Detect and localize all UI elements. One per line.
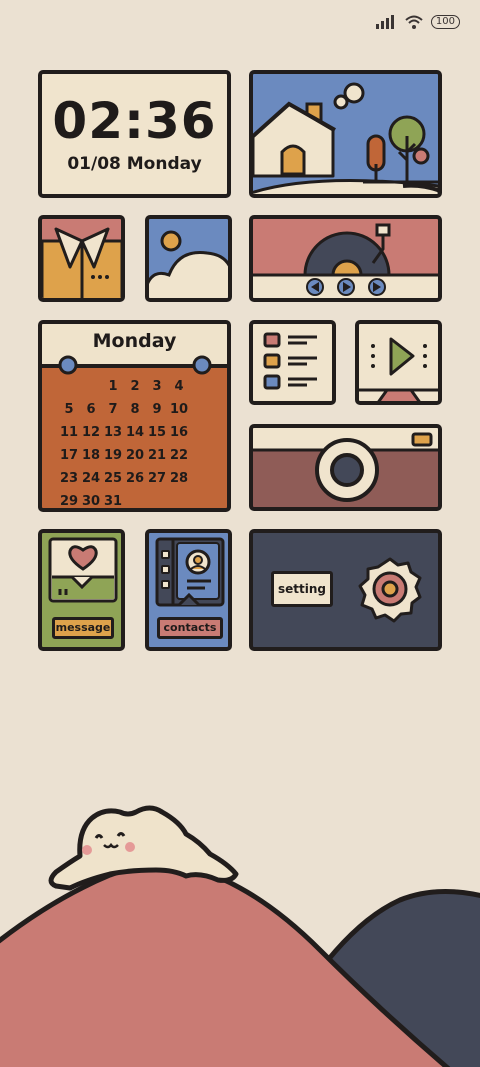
house-scene-widget[interactable] xyxy=(249,70,442,198)
music-player-widget[interactable] xyxy=(249,215,442,302)
checklist-icon xyxy=(263,332,317,390)
calendar-day: 13 xyxy=(103,425,123,440)
calendar-rings-icon xyxy=(58,355,212,375)
calendar-day: 23 xyxy=(59,471,79,486)
calendar-day: 26 xyxy=(125,471,145,486)
contacts-app-icon[interactable]: contacts xyxy=(145,529,232,651)
contacts-label: contacts xyxy=(157,617,223,639)
calendar-day: 17 xyxy=(59,448,79,463)
calendar-day xyxy=(168,494,190,508)
clock-date: 01/08 Monday xyxy=(67,154,202,174)
clock-time: 02:36 xyxy=(52,92,217,150)
signal-icon xyxy=(375,15,394,29)
calendar-day: 4 xyxy=(174,379,184,394)
calendar-day: 21 xyxy=(147,448,167,463)
calendar-widget[interactable]: Monday 1 2 3 4 5 6 7 8 9 10 11 12 13 14 … xyxy=(38,320,231,512)
wardrobe-app-icon[interactable] xyxy=(38,215,125,302)
calendar-day: 10 xyxy=(169,402,189,417)
calendar-day: 27 xyxy=(147,471,167,486)
next-button-icon xyxy=(368,278,386,296)
calendar-day: 19 xyxy=(103,448,123,463)
calendar-day: 15 xyxy=(147,425,167,440)
calendar-day: 29 xyxy=(59,494,79,509)
gear-icon xyxy=(358,557,422,623)
calendar-day: 18 xyxy=(81,448,101,463)
calendar-day: 8 xyxy=(130,402,140,417)
calendar-day: 9 xyxy=(152,402,162,417)
calendar-days-grid: 1 2 3 4 5 6 7 8 9 10 11 12 13 14 15 16 1… xyxy=(58,379,190,509)
calendar-day: 14 xyxy=(125,425,145,440)
calendar-day: 31 xyxy=(103,494,123,509)
camera-icon xyxy=(253,428,438,502)
calendar-day: 7 xyxy=(108,402,118,417)
weather-icon xyxy=(149,230,228,298)
calendar-day: 28 xyxy=(169,471,189,486)
shirt-icon xyxy=(42,227,121,298)
message-label: message xyxy=(52,617,114,639)
clock-widget[interactable]: 02:36 01/08 Monday xyxy=(38,70,231,198)
calendar-day: 24 xyxy=(81,471,101,486)
checklist-app-icon[interactable] xyxy=(249,320,336,405)
calendar-day xyxy=(80,379,102,402)
video-app-icon[interactable] xyxy=(355,320,442,405)
calendar-day: 1 xyxy=(108,379,118,394)
calendar-day xyxy=(58,379,80,402)
calendar-day: 25 xyxy=(103,471,123,486)
music-player-icon xyxy=(253,223,438,298)
message-app-icon[interactable]: message xyxy=(38,529,125,651)
status-bar: 100 xyxy=(375,12,460,32)
calendar-day xyxy=(146,494,168,508)
calendar-day: 12 xyxy=(81,425,101,440)
calendar-day: 5 xyxy=(64,402,74,417)
calendar-day xyxy=(124,494,146,508)
calendar-day: 30 xyxy=(81,494,101,509)
wallpaper-illustration xyxy=(0,805,480,1067)
prev-button-icon xyxy=(306,278,324,296)
calendar-day: 6 xyxy=(86,402,96,417)
calendar-day: 16 xyxy=(169,425,189,440)
house-icon xyxy=(253,82,438,194)
weather-app-icon[interactable] xyxy=(145,215,232,302)
play-button-icon xyxy=(337,278,355,296)
battery-indicator: 100 xyxy=(430,15,460,29)
video-icon xyxy=(359,337,438,401)
calendar-day: 3 xyxy=(152,379,162,394)
camera-app-widget[interactable] xyxy=(249,424,442,511)
calendar-day: 22 xyxy=(169,448,189,463)
settings-app-widget[interactable]: setting xyxy=(249,529,442,651)
calendar-day: 20 xyxy=(125,448,145,463)
wifi-icon xyxy=(405,15,423,29)
setting-label: setting xyxy=(271,571,333,607)
calendar-day: 11 xyxy=(59,425,79,440)
calendar-day: 2 xyxy=(130,379,140,394)
